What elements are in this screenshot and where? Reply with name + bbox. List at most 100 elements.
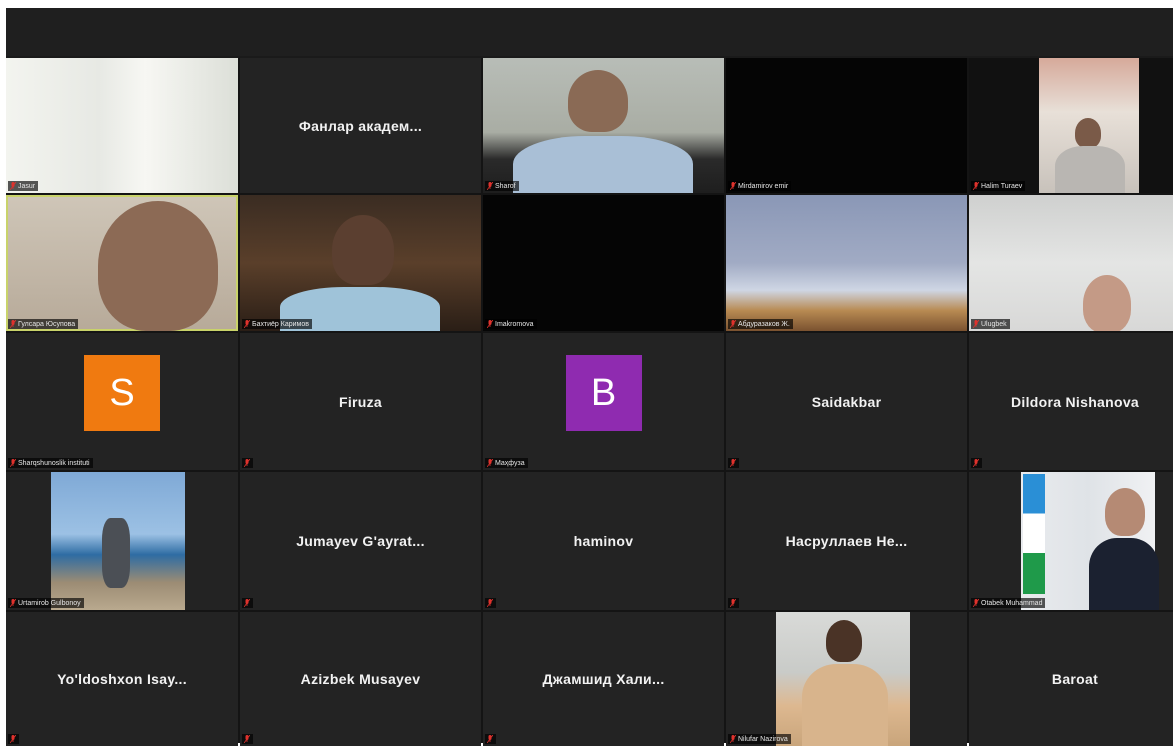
avatar: B — [565, 355, 642, 432]
mic-muted-icon — [973, 182, 979, 190]
mic-muted-icon — [973, 599, 979, 607]
mic-muted-icon — [973, 459, 979, 467]
participant-label — [485, 598, 496, 608]
participant-label: Urtamirob Gulbonoy — [8, 598, 84, 608]
participant-label — [971, 458, 982, 468]
participant-label: Mirdamirov emir — [728, 181, 792, 191]
participant-tile[interactable]: Jasur — [6, 58, 238, 193]
participant-tile[interactable]: S Sharqshunoslik instituti — [6, 333, 238, 470]
participant-label: Imakromova — [485, 319, 537, 329]
participant-name: Маҳфуза — [495, 459, 525, 467]
participant-tile[interactable]: Urtamirob Gulbonoy — [6, 472, 238, 610]
avatar: S — [84, 355, 160, 432]
mic-muted-icon — [730, 599, 736, 607]
participant-tile-active-speaker[interactable]: Гулсара Юсупова — [6, 195, 238, 331]
participant-tile[interactable]: Halim Turaev — [969, 58, 1173, 193]
participant-figure — [826, 620, 862, 662]
participant-tile[interactable]: Бахтиёр Каримов — [240, 195, 481, 331]
participant-figure — [98, 201, 218, 331]
mic-muted-icon — [10, 182, 16, 190]
mic-muted-icon — [10, 599, 16, 607]
participant-name-card: Джамшид Хали... — [542, 671, 665, 687]
participant-tile[interactable]: Azizbek Musayev — [240, 612, 481, 746]
mic-muted-icon — [730, 459, 736, 467]
participant-label: Otabek Muhammad — [971, 598, 1046, 608]
participant-name: Абдуразаков Ж. — [738, 320, 790, 328]
participant-tile[interactable]: Imakromova — [483, 195, 724, 331]
participant-tile[interactable]: Yo'ldoshxon Isay... — [6, 612, 238, 746]
mic-muted-icon — [730, 320, 736, 328]
participant-name: Imakromova — [495, 320, 534, 328]
participant-name-card: Dildora Nishanova — [1010, 393, 1140, 410]
participant-name-card: Фанлар академ... — [298, 117, 423, 134]
mic-muted-icon — [730, 735, 736, 743]
mic-muted-icon — [973, 320, 979, 328]
mic-muted-icon — [244, 599, 250, 607]
participant-body — [802, 664, 888, 746]
participant-figure — [1083, 275, 1131, 331]
participant-name: Ulugbek — [981, 320, 1007, 328]
participant-tile[interactable]: Nilufar Nazirova — [726, 612, 967, 746]
mic-muted-icon — [487, 735, 493, 743]
participant-name: Halim Turaev — [981, 182, 1023, 190]
participant-tile[interactable]: Jumayev G'ayrat... — [240, 472, 481, 610]
participant-name: Sharof — [495, 182, 516, 190]
participant-figure — [102, 518, 130, 588]
participant-label — [242, 598, 253, 608]
mic-muted-icon — [244, 459, 250, 467]
mic-muted-icon — [244, 320, 250, 328]
participant-label — [728, 458, 739, 468]
participant-figure — [568, 70, 628, 132]
participant-tile[interactable]: Sharof — [483, 58, 724, 193]
mic-muted-icon — [10, 320, 16, 328]
participant-name-card: Yo'ldoshxon Isay... — [57, 671, 187, 687]
participant-body — [1055, 146, 1125, 193]
participant-label: Ulugbek — [971, 319, 1010, 329]
participant-tile[interactable]: Firuza — [240, 333, 481, 470]
mic-muted-icon — [10, 459, 16, 467]
participant-tile[interactable]: Otabek Muhammad — [969, 472, 1173, 610]
participant-name: Гулсара Юсупова — [18, 320, 76, 328]
participant-name: Sharqshunoslik instituti — [18, 459, 90, 467]
participant-name: Otabek Muhammad — [981, 599, 1043, 607]
mic-muted-icon — [487, 320, 493, 328]
participant-label: Halim Turaev — [971, 181, 1026, 191]
participant-label: Абдуразаков Ж. — [728, 319, 793, 329]
participant-label: Гулсара Юсупова — [8, 319, 79, 329]
participant-name-card: Saidakbar — [811, 393, 882, 410]
mic-muted-icon — [487, 459, 493, 467]
mic-muted-icon — [730, 182, 736, 190]
participant-label: Jasur — [8, 181, 39, 191]
participant-name: Urtamirob Gulbonoy — [18, 599, 81, 607]
participant-gallery: Jasur Фанлар академ... Sharof Mirdamirov… — [6, 58, 1173, 746]
participant-label: Бахтиёр Каримов — [242, 319, 312, 329]
participant-tile[interactable]: Mirdamirov emir — [726, 58, 967, 193]
participant-tile[interactable]: Фанлар академ... — [240, 58, 481, 193]
participant-tile[interactable]: Ulugbek — [969, 195, 1173, 331]
mic-muted-icon — [10, 735, 16, 743]
participant-figure — [1105, 488, 1145, 536]
participant-name-card: Baroat — [1051, 671, 1099, 687]
participant-name-card: Azizbek Musayev — [300, 671, 421, 687]
participant-tile[interactable]: Насруллаев Не... — [726, 472, 967, 610]
meeting-window: Jasur Фанлар академ... Sharof Mirdamirov… — [6, 8, 1173, 746]
participant-tile[interactable]: Saidakbar — [726, 333, 967, 470]
participant-tile[interactable]: haminov — [483, 472, 724, 610]
participant-name-card: haminov — [573, 533, 634, 549]
participant-name-card: Firuza — [338, 393, 383, 410]
participant-tile[interactable]: B Маҳфуза — [483, 333, 724, 470]
participant-tile[interactable]: Джамшид Хали... — [483, 612, 724, 746]
participant-label — [728, 598, 739, 608]
participant-figure — [1075, 118, 1101, 148]
mic-muted-icon — [487, 182, 493, 190]
participant-label — [242, 458, 253, 468]
participant-tile[interactable]: Baroat — [969, 612, 1173, 746]
top-bar — [6, 8, 1173, 56]
participant-name: Бахтиёр Каримов — [252, 320, 309, 328]
participant-label: Sharof — [485, 181, 519, 191]
participant-figure — [332, 215, 394, 285]
participant-tile[interactable]: Абдуразаков Ж. — [726, 195, 967, 331]
participant-name: Nilufar Nazirova — [738, 735, 788, 743]
participant-name: Mirdamirov emir — [738, 182, 789, 190]
participant-tile[interactable]: Dildora Nishanova — [969, 333, 1173, 470]
